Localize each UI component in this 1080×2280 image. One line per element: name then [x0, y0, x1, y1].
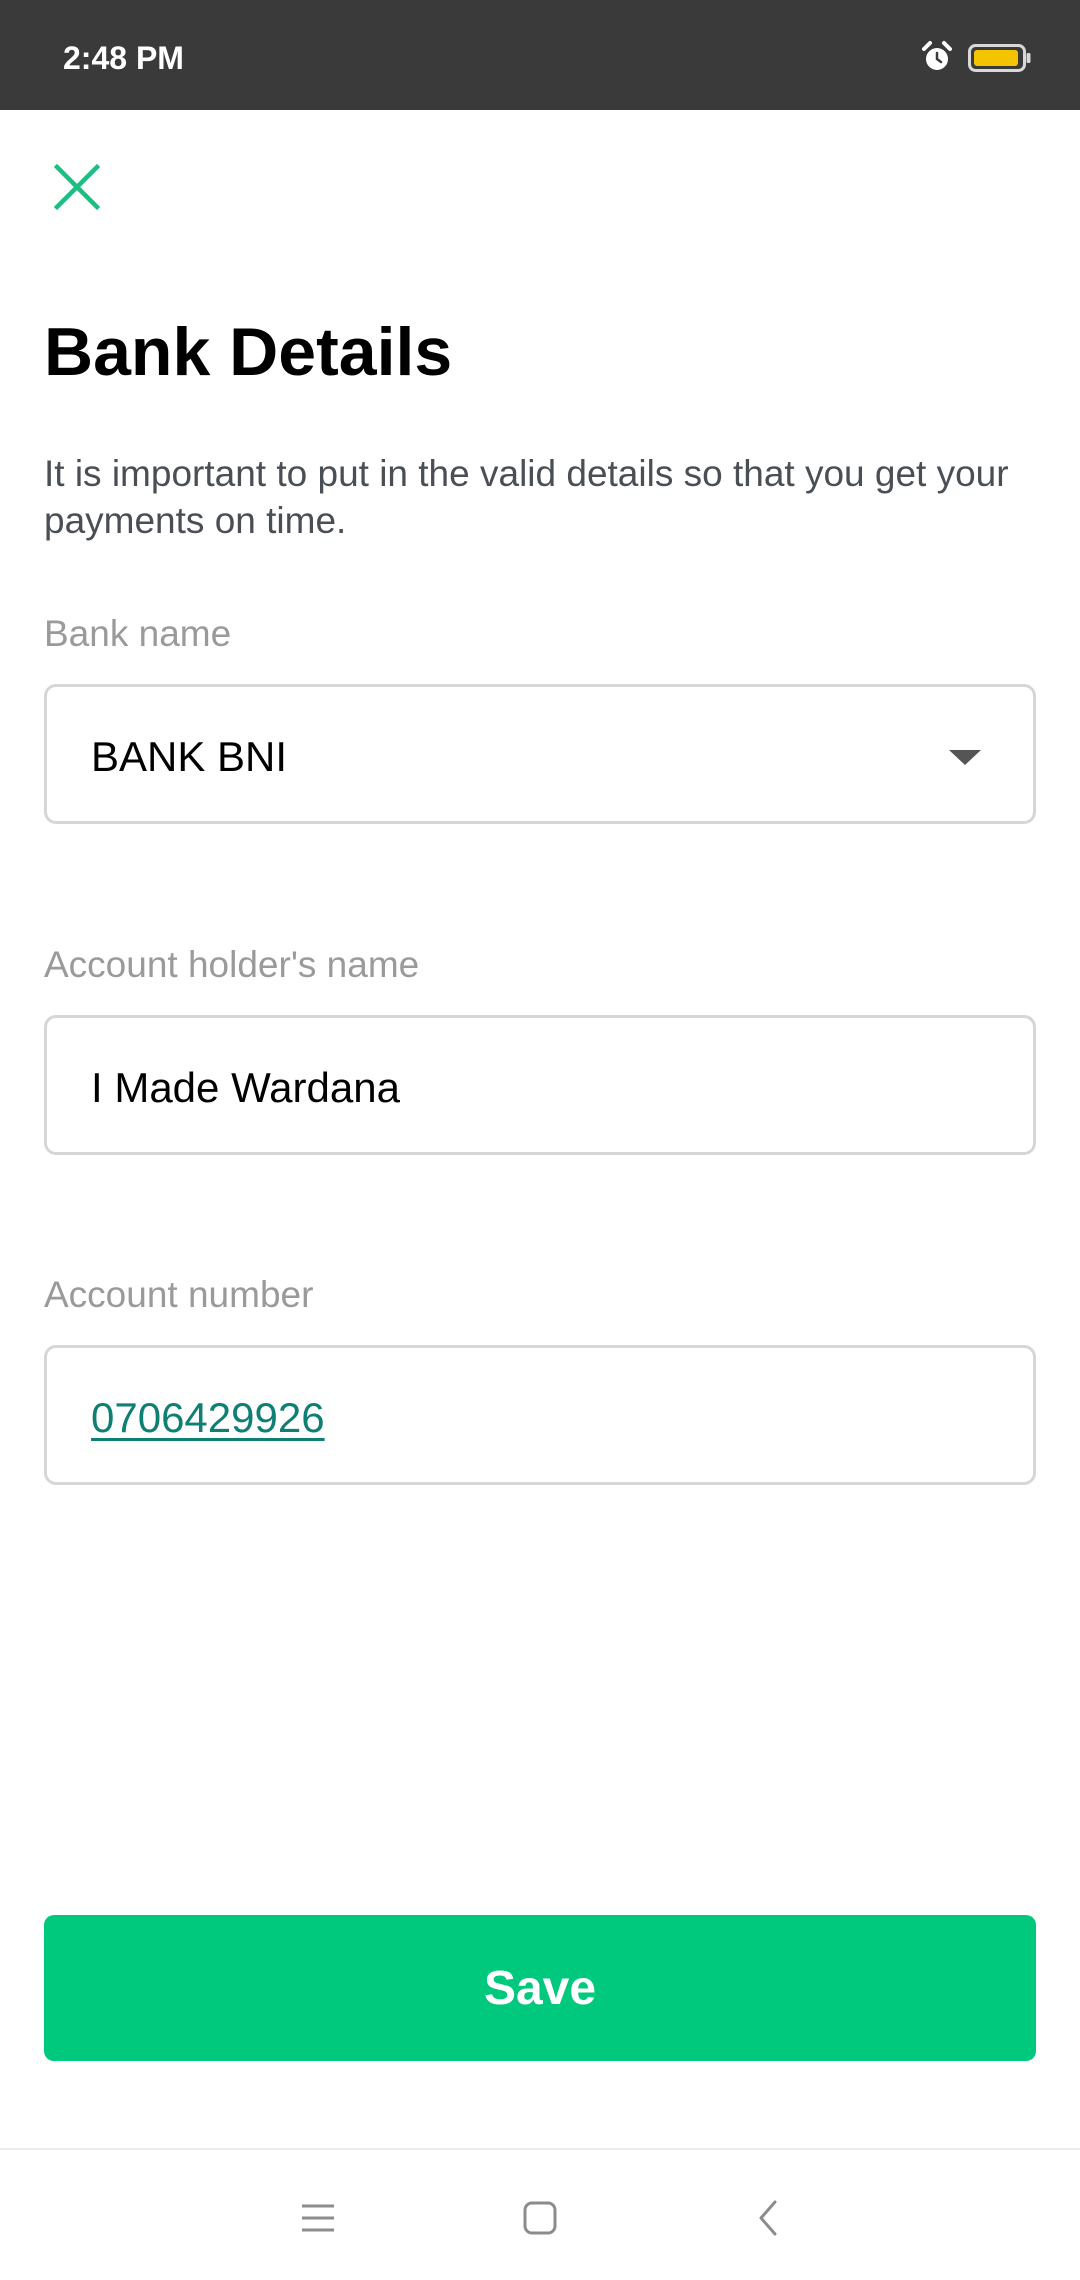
- account-number-value: 0706429926: [91, 1394, 325, 1441]
- close-button[interactable]: [40, 150, 114, 224]
- account-number-input[interactable]: 0706429926: [44, 1345, 1036, 1485]
- bank-name-label: Bank name: [44, 613, 232, 654]
- navigation-bar: [0, 2148, 1080, 2280]
- account-holder-value: I Made Wardana: [91, 1064, 400, 1111]
- back-icon: [759, 2200, 777, 2236]
- bank-name-select[interactable]: BANK BNI: [44, 684, 1036, 824]
- dropdown-arrow-icon: [949, 750, 981, 765]
- close-icon: [53, 163, 101, 211]
- back-button[interactable]: [740, 2190, 796, 2246]
- home-button[interactable]: [512, 2190, 568, 2246]
- account-holder-label: Account holder's name: [44, 944, 420, 985]
- status-time: 2:48 PM: [63, 40, 184, 76]
- account-holder-input[interactable]: I Made Wardana: [44, 1015, 1036, 1155]
- battery-icon: [968, 44, 1031, 72]
- bank-name-value: BANK BNI: [91, 733, 288, 780]
- page-description: It is important to put in the valid deta…: [44, 453, 1009, 541]
- alarm-icon: [922, 41, 952, 70]
- menu-button[interactable]: [290, 2190, 346, 2246]
- menu-icon: [302, 2204, 334, 2232]
- home-icon: [523, 2201, 557, 2235]
- page-title: Bank Details: [44, 314, 453, 390]
- status-bar: 2:48 PM: [0, 0, 1080, 110]
- account-number-label: Account number: [44, 1274, 314, 1315]
- save-button[interactable]: Save: [44, 1915, 1036, 2061]
